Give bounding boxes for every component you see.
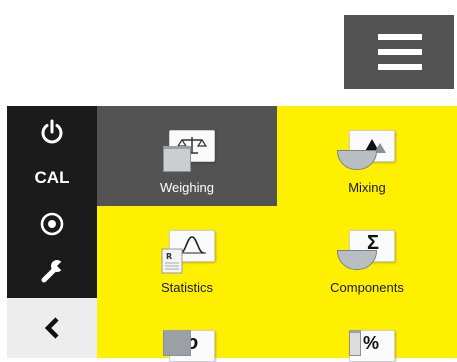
- statistics-icon: R: [157, 228, 217, 274]
- app-grid: Weighing Mixing R Statistics Σ Component…: [97, 106, 457, 362]
- tile-label: Mixing: [348, 180, 386, 195]
- wrench-icon: [41, 260, 65, 283]
- power-button[interactable]: [7, 112, 97, 152]
- tile-mixing[interactable]: Mixing: [277, 106, 457, 206]
- tile-percent[interactable]: %: [277, 306, 457, 362]
- tile-weighing[interactable]: Weighing: [97, 106, 277, 206]
- sidebar: CAL: [7, 106, 97, 358]
- tile-label: Components: [330, 280, 404, 295]
- components-sigma-icon: Σ: [337, 228, 397, 274]
- percent-icon: %: [337, 328, 397, 362]
- density-icon: ρ: [157, 328, 217, 362]
- target-button[interactable]: [7, 204, 97, 244]
- main-menu-button[interactable]: [344, 15, 454, 89]
- power-icon: [41, 119, 63, 144]
- settings-button[interactable]: [7, 250, 97, 292]
- tile-label: Weighing: [160, 180, 214, 195]
- back-button[interactable]: [7, 298, 97, 358]
- chevron-left-icon: [44, 317, 59, 339]
- tile-label: Statistics: [160, 280, 213, 295]
- mixing-icon: [337, 128, 397, 174]
- tile-density[interactable]: ρ: [97, 306, 277, 362]
- tile-components[interactable]: Σ Components: [277, 206, 457, 306]
- target-icon: [40, 212, 64, 236]
- balance-icon: [157, 128, 217, 174]
- cal-label: CAL: [34, 168, 70, 187]
- svg-text:R: R: [166, 252, 172, 261]
- cal-button[interactable]: CAL: [7, 158, 97, 198]
- tile-statistics[interactable]: R Statistics: [97, 206, 277, 306]
